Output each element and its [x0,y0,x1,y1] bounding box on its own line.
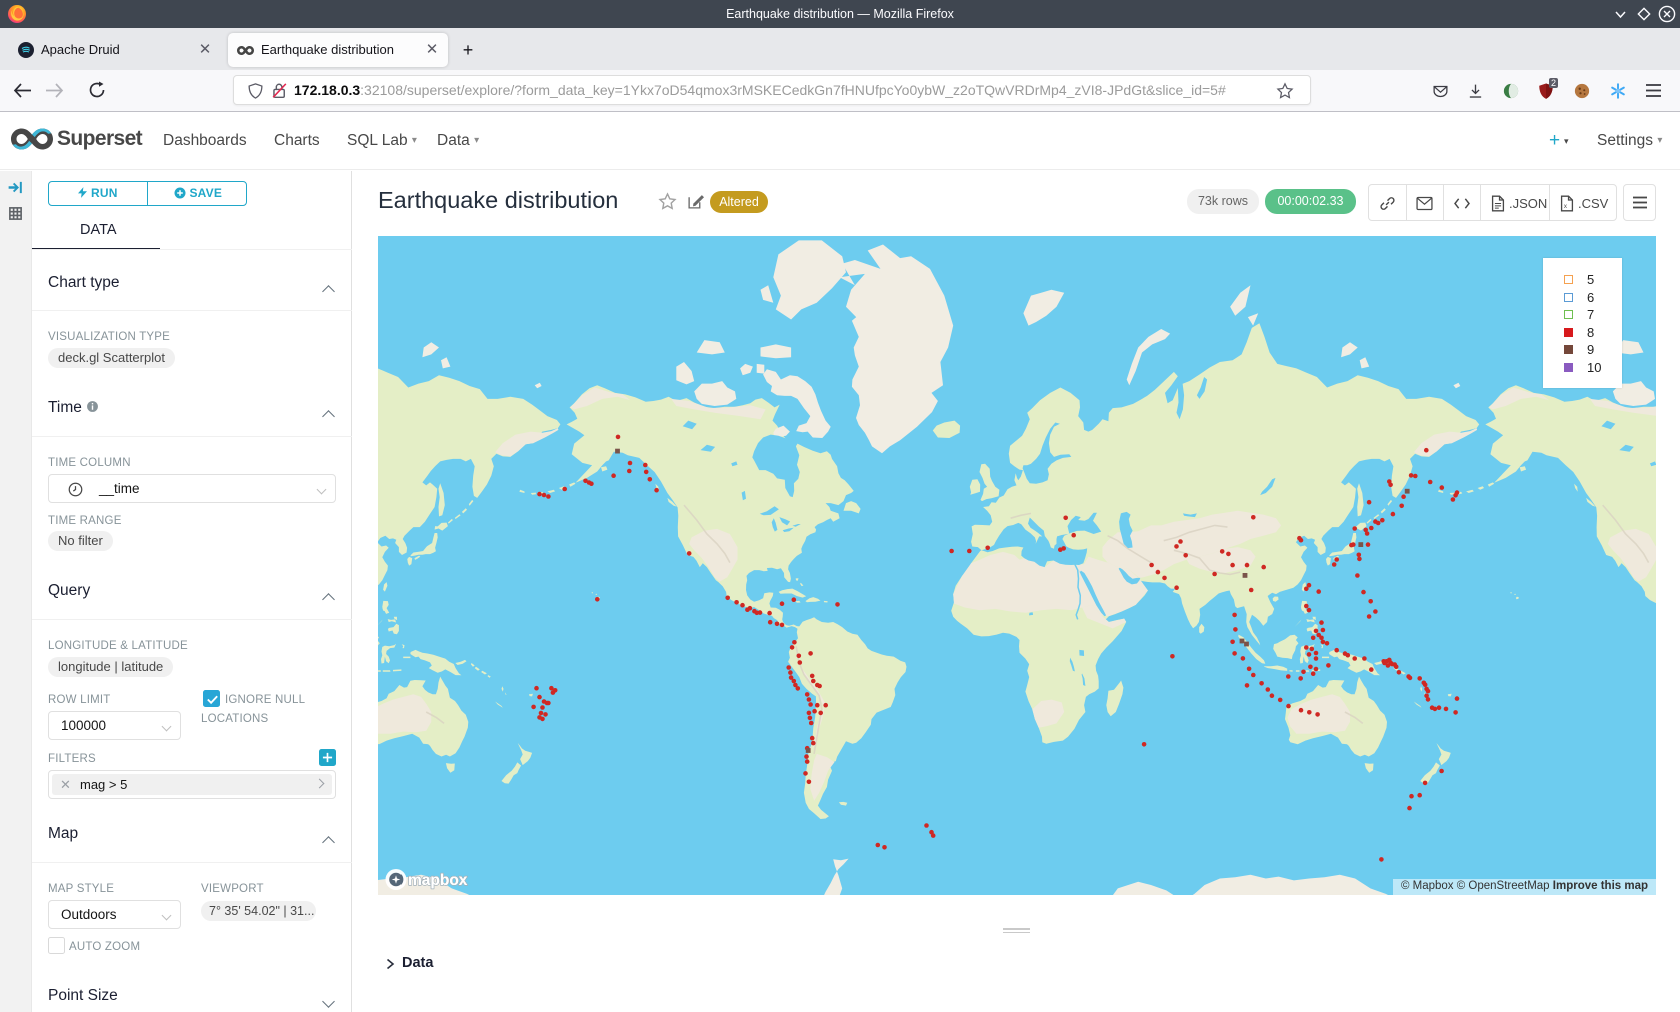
svg-text:mapbox: mapbox [408,872,468,889]
svg-text:x: x [1564,203,1568,210]
